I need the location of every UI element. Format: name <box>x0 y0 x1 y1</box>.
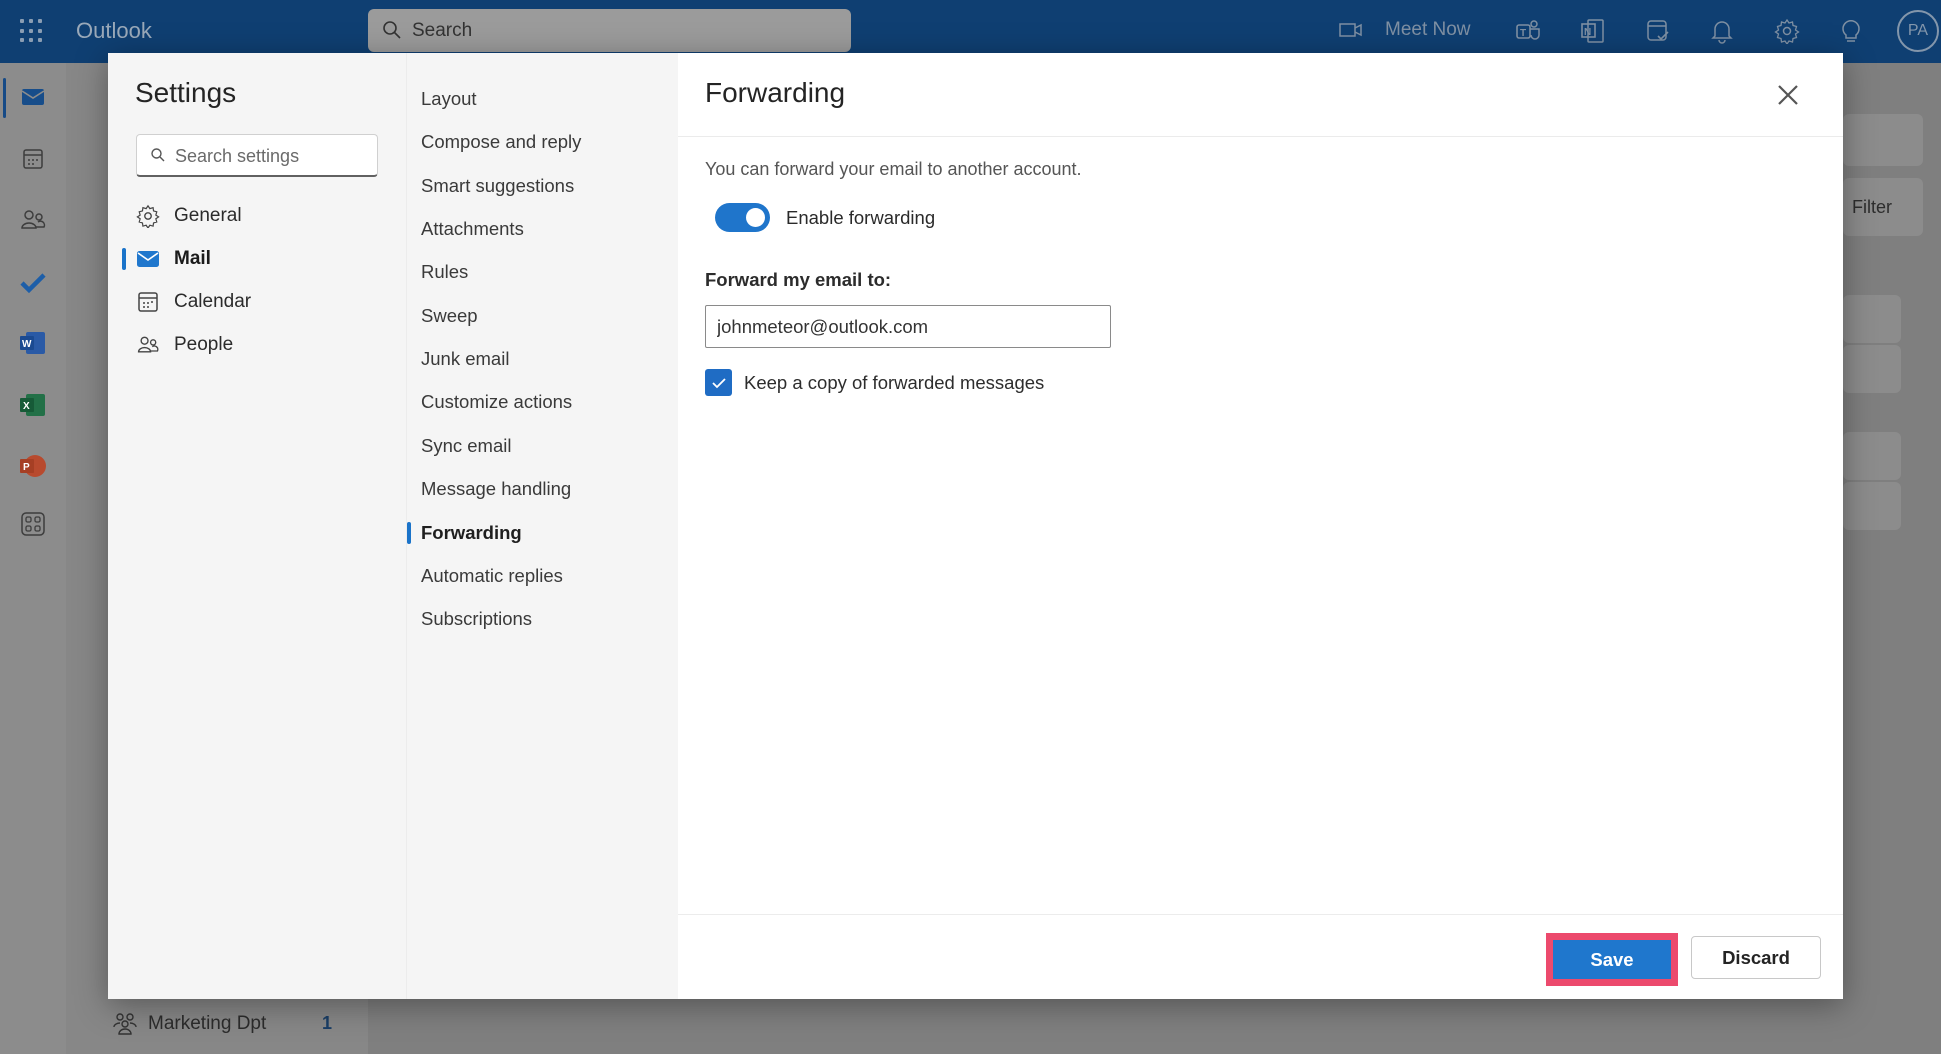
section-attachments[interactable]: Attachments <box>421 214 524 244</box>
save-button[interactable]: Save <box>1553 940 1671 979</box>
category-label: Calendar <box>174 291 252 312</box>
svg-text:N: N <box>1584 27 1591 38</box>
search-placeholder: Search <box>412 20 473 41</box>
section-automatic-replies[interactable]: Automatic replies <box>421 561 563 591</box>
search-icon <box>383 21 401 39</box>
section-sync-email[interactable]: Sync email <box>421 431 511 461</box>
video-camera-icon[interactable] <box>1339 21 1363 39</box>
forwarding-description: You can forward your email to another ac… <box>705 159 1082 179</box>
discard-button[interactable]: Discard <box>1691 936 1821 979</box>
mail-icon <box>137 251 159 267</box>
background-message-item <box>1843 482 1901 530</box>
folder-unread-count: 1 <box>322 1013 333 1033</box>
svg-text:W: W <box>22 339 32 350</box>
calendar-icon <box>138 292 158 312</box>
mail-icon[interactable] <box>19 83 47 111</box>
section-smart-suggestions[interactable]: Smart suggestions <box>421 171 574 201</box>
selected-section-indicator <box>407 522 411 544</box>
category-people[interactable]: People <box>136 329 233 361</box>
search-icon <box>151 148 165 162</box>
forwarding-panel: Forwarding You can forward your email to… <box>678 53 1843 999</box>
keep-copy-checkbox[interactable] <box>705 369 732 396</box>
my-day-icon[interactable] <box>1645 18 1671 44</box>
section-customize-actions[interactable]: Customize actions <box>421 387 572 417</box>
people-icon[interactable] <box>19 206 47 234</box>
settings-category-nav: Settings Search settings General Mail Ca… <box>108 53 406 999</box>
svg-text:P: P <box>23 462 30 473</box>
section-rules[interactable]: Rules <box>421 257 468 287</box>
selected-category-indicator <box>122 248 126 270</box>
more-apps-icon[interactable] <box>19 510 47 538</box>
powerpoint-icon[interactable]: P <box>19 452 47 480</box>
group-icon <box>113 1013 137 1035</box>
section-message-handling[interactable]: Message handling <box>421 474 571 504</box>
category-mail[interactable]: Mail <box>136 243 211 275</box>
app-launcher-icon[interactable] <box>20 19 44 43</box>
lightbulb-icon[interactable] <box>1841 18 1861 44</box>
save-button-highlight: Save <box>1546 933 1678 986</box>
settings-search-input[interactable]: Search settings <box>136 134 378 177</box>
section-forwarding[interactable]: Forwarding <box>421 518 522 548</box>
keep-copy-label: Keep a copy of forwarded messages <box>744 371 1045 393</box>
meet-now-button[interactable]: Meet Now <box>1385 19 1471 41</box>
section-layout[interactable]: Layout <box>421 84 477 114</box>
excel-icon[interactable]: X <box>19 391 47 419</box>
panel-footer: Save Discard <box>678 914 1843 999</box>
enable-forwarding-label: Enable forwarding <box>786 206 936 228</box>
section-sweep[interactable]: Sweep <box>421 301 478 331</box>
category-general[interactable]: General <box>136 200 242 232</box>
forward-to-email-input[interactable] <box>705 305 1111 348</box>
enable-forwarding-toggle[interactable]: Enable forwarding <box>715 203 935 232</box>
people-icon <box>137 336 159 353</box>
background-toolbar-chip <box>1843 114 1923 166</box>
app-rail: W X P <box>0 63 66 1054</box>
gear-icon[interactable] <box>1774 18 1800 44</box>
app-name: Outlook <box>76 18 152 43</box>
mail-settings-nav: Layout Compose and reply Smart suggestio… <box>406 53 678 999</box>
svg-text:X: X <box>23 401 30 412</box>
bell-icon[interactable] <box>1710 18 1734 44</box>
close-icon[interactable] <box>1773 80 1803 110</box>
onenote-icon[interactable]: N <box>1580 18 1606 44</box>
folder-item-marketing[interactable]: Marketing Dpt <box>112 1012 266 1036</box>
background-message-item <box>1843 345 1901 393</box>
calendar-icon[interactable] <box>19 145 47 173</box>
keep-copy-checkbox-row[interactable]: Keep a copy of forwarded messages <box>705 369 1044 396</box>
avatar[interactable]: PA <box>1897 10 1939 52</box>
rail-selection-indicator <box>3 78 6 118</box>
category-label: General <box>174 205 242 226</box>
section-compose-and-reply[interactable]: Compose and reply <box>421 127 581 157</box>
panel-title: Forwarding <box>705 77 846 108</box>
folder-label: Marketing Dpt <box>148 1013 267 1034</box>
settings-dialog: Settings Search settings General Mail Ca… <box>108 53 1843 999</box>
section-junk-email[interactable]: Junk email <box>421 344 509 374</box>
background-message-item <box>1843 295 1901 343</box>
search-input[interactable]: Search <box>368 9 851 52</box>
category-label: Mail <box>174 248 211 269</box>
panel-header: Forwarding <box>678 53 1843 137</box>
toggle-switch[interactable] <box>715 203 770 232</box>
filter-label: Filter <box>1852 197 1892 217</box>
category-calendar[interactable]: Calendar <box>136 286 251 318</box>
checkmark-icon <box>711 377 726 388</box>
category-label: People <box>174 334 234 355</box>
background-message-item <box>1843 432 1901 480</box>
section-subscriptions[interactable]: Subscriptions <box>421 604 532 634</box>
word-icon[interactable]: W <box>19 329 47 357</box>
forward-to-label: Forward my email to: <box>705 269 892 290</box>
todo-icon[interactable] <box>19 268 47 296</box>
settings-title: Settings <box>135 77 237 108</box>
toggle-knob <box>746 208 765 227</box>
teams-icon[interactable]: T <box>1515 18 1541 44</box>
gear-icon <box>136 204 160 228</box>
svg-text:T: T <box>1520 28 1526 39</box>
settings-search-placeholder: Search settings <box>175 146 300 166</box>
